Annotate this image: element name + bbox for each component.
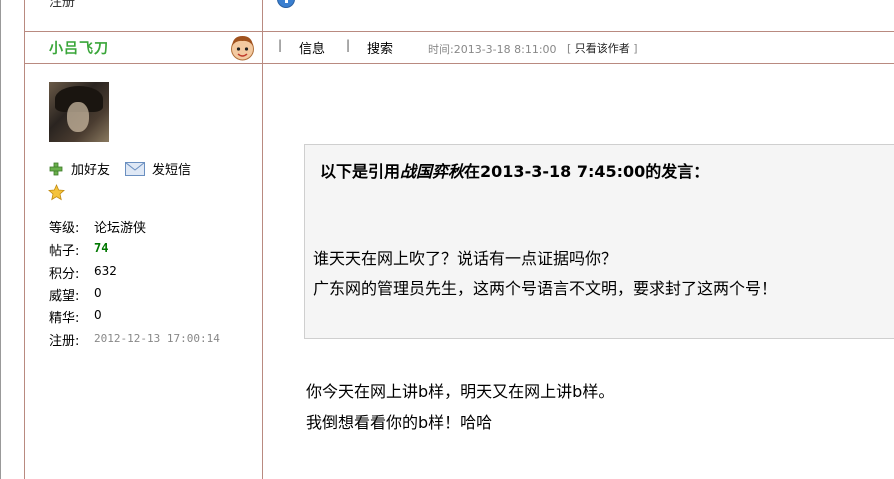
add-friend-icon[interactable] xyxy=(49,162,63,176)
nav-separator: | xyxy=(346,38,351,52)
view-author-wrapper: [ 只看该作者 ] xyxy=(567,40,638,56)
essence-value: 0 xyxy=(94,308,102,322)
bracket-close: ] xyxy=(633,42,638,55)
row-divider-header xyxy=(24,63,894,64)
level-value: 论坛游侠 xyxy=(94,221,147,236)
row-divider-top xyxy=(24,31,894,32)
send-message-link[interactable]: 发短信 xyxy=(152,159,191,178)
quoted-author: 战国弈秋 xyxy=(400,162,465,181)
mail-icon[interactable] xyxy=(125,162,145,176)
quote-suffix: 在2013-3-18 7:45:00的发言： xyxy=(464,162,710,181)
posts-label: 帖子: xyxy=(49,244,80,259)
post-body-line: 你今天在网上讲b样，明天又在网上讲b样。 xyxy=(306,382,615,401)
author-name[interactable]: 小吕飞刀 xyxy=(49,38,109,58)
info-icon[interactable] xyxy=(277,0,295,8)
level-label: 等级: xyxy=(49,221,80,236)
points-value: 632 xyxy=(94,264,117,278)
left-outer-border xyxy=(24,0,25,479)
info-link[interactable]: 信息 xyxy=(299,38,325,57)
points-label: 积分: xyxy=(49,267,80,282)
view-author-only-link[interactable]: 只看该作者 xyxy=(575,42,630,55)
quote-header: 以下是引用战国弈秋在2013-3-18 7:45:00的发言： xyxy=(320,158,709,182)
prestige-value: 0 xyxy=(94,286,102,300)
user-avatar[interactable] xyxy=(49,82,109,142)
add-friend-link[interactable]: 加好友 xyxy=(71,159,110,178)
posts-value: 74 xyxy=(94,241,109,255)
post-time: 时间:2013-3-18 8:11:00 xyxy=(428,43,557,56)
star-icon xyxy=(48,184,65,201)
register-label: 注册: xyxy=(49,334,80,349)
post-body-line: 我倒想看看你的b样！哈哈 xyxy=(306,413,493,432)
quote-prefix: 以下是引用 xyxy=(320,162,401,181)
page-left-edge xyxy=(0,0,1,479)
bracket-open: [ xyxy=(567,42,572,55)
male-avatar-icon xyxy=(231,36,254,61)
register-date: 2012-12-13 17:00:14 xyxy=(94,332,220,345)
nav-separator: | xyxy=(278,38,283,52)
essence-label: 精华: xyxy=(49,311,80,326)
search-link[interactable]: 搜索 xyxy=(367,38,393,57)
prestige-label: 威望: xyxy=(49,289,80,304)
column-divider xyxy=(262,0,263,479)
quote-line: 广东网的管理员先生，这两个号语言不文明，要求封了这两个号！ xyxy=(313,279,778,298)
previous-row-label: 注册 xyxy=(49,0,76,10)
quote-line: 谁天天在网上吹了？说话有一点证据吗你？ xyxy=(313,249,618,268)
